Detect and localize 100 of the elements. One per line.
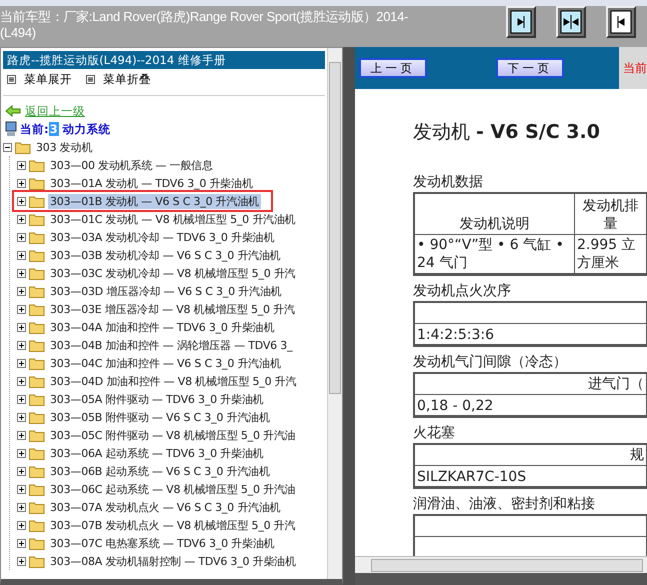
expand-icon[interactable] bbox=[17, 358, 26, 368]
expand-icon[interactable] bbox=[17, 556, 26, 566]
folder-icon bbox=[29, 176, 45, 190]
folder-icon bbox=[29, 230, 45, 244]
section-heading: 发动机点火次序 bbox=[413, 282, 512, 300]
tree-item[interactable]: 303—07B 发动机点火 — V8 机械增压型 5_0 升汽 bbox=[48, 518, 298, 532]
folder-icon bbox=[29, 464, 45, 478]
arrows-inward-icon bbox=[560, 10, 582, 34]
tree-item[interactable]: 303—00 发动机系统 — 一般信息 bbox=[48, 158, 215, 172]
tree-item[interactable]: 303—01B 发动机 — V6 S C 3_0 升汽油机 bbox=[48, 194, 261, 208]
expand-icon[interactable] bbox=[17, 466, 26, 476]
menu-action[interactable]: 菜单展开 bbox=[7, 72, 72, 87]
expand-icon[interactable] bbox=[17, 520, 26, 530]
tree-item[interactable]: 303—08A 发动机辐射控制 — TDV6 3_0 升柴油机 bbox=[48, 554, 298, 568]
expand-icon[interactable] bbox=[17, 304, 26, 314]
scrollbar[interactable] bbox=[327, 48, 342, 579]
table-cell: • 90°“V”型 • 6 气缸 • 24 气门 bbox=[415, 235, 575, 274]
expand-icon[interactable] bbox=[17, 322, 26, 332]
expand-icon[interactable] bbox=[17, 394, 26, 404]
menu-action[interactable]: 菜单折叠 bbox=[86, 72, 151, 87]
folder-icon bbox=[29, 284, 45, 298]
tree-item[interactable]: 303—03E 增压器冷却 — V8 机械增压型 5_0 升汽 bbox=[48, 302, 297, 316]
folder-icon bbox=[29, 500, 45, 514]
tree-item[interactable]: 303—05C 附件驱动 — V8 机械增压型 5_0 升汽油 bbox=[48, 428, 298, 442]
folder-icon bbox=[15, 140, 31, 154]
expand-icon[interactable] bbox=[17, 196, 26, 206]
folder-icon bbox=[29, 446, 45, 460]
expand-icon[interactable] bbox=[17, 160, 26, 170]
expand-icon[interactable] bbox=[17, 286, 26, 296]
vehicle-title: 当前车型：厂家:Land Rover(路虎)Range Rover Sport(揽胜运动版）2014-(L494) bbox=[0, 8, 410, 41]
tree-item[interactable]: 303—04A 加油和控件 — TDV6 3_0 升柴油机 bbox=[48, 320, 276, 334]
expand-icon[interactable] bbox=[17, 268, 26, 278]
expand-icon[interactable] bbox=[17, 232, 26, 242]
scrollbar[interactable] bbox=[355, 556, 647, 573]
folder-icon bbox=[29, 158, 45, 172]
current-section: 当前:3 动力系统 bbox=[20, 122, 111, 136]
folder-icon bbox=[29, 194, 45, 208]
folder-icon bbox=[29, 410, 45, 424]
menu-icon bbox=[7, 75, 16, 84]
previous-page-button[interactable]: 上一页 bbox=[359, 58, 427, 78]
column-header: 进气门（ bbox=[415, 374, 647, 395]
tree-item[interactable]: 303—04D 加油和控件 — V8 机械增压型 5_0 升汽 bbox=[48, 374, 298, 388]
layout-button[interactable] bbox=[506, 6, 536, 38]
expand-icon[interactable] bbox=[17, 214, 26, 224]
folder-icon bbox=[29, 266, 45, 280]
column-header: 发动机说明 bbox=[415, 194, 575, 235]
tree-item[interactable]: 303—04C 加油和控件 — V6 S C 3_0 升汽油机 bbox=[48, 356, 283, 370]
expand-icon[interactable] bbox=[17, 178, 26, 188]
layout-button[interactable] bbox=[556, 6, 586, 38]
tree-item[interactable]: 303—07C 电热塞系统 — TDV6 3_0 升柴油机 bbox=[48, 536, 276, 550]
tree-item[interactable]: 303—05A 附件驱动 — TDV6 3_0 升柴油机 bbox=[48, 392, 266, 406]
tree-item[interactable]: 303—07A 发动机点火 — V6 S C 3_0 升汽油机 bbox=[48, 500, 282, 514]
tree-item[interactable]: 303—03D 增压器冷却 — V6 S C 3_0 升汽油机 bbox=[48, 284, 284, 298]
back-arrow-icon bbox=[5, 105, 21, 117]
folder-icon bbox=[29, 374, 45, 388]
folder-icon bbox=[29, 536, 45, 550]
tree-item[interactable]: 303—01A 发动机 — TDV6 3_0 升柴油机 bbox=[48, 176, 255, 190]
expand-icon[interactable] bbox=[17, 502, 26, 512]
expand-icon[interactable] bbox=[17, 376, 26, 386]
folder-icon bbox=[29, 320, 45, 334]
next-page-button[interactable]: 下一页 bbox=[496, 58, 564, 78]
tree-item[interactable]: 303—06C 起动系统 — V8 机械增压型 5_0 升汽油 bbox=[48, 482, 298, 496]
expand-icon[interactable] bbox=[17, 412, 26, 422]
section-heading: 发动机气门间隙（冷态） bbox=[413, 353, 568, 371]
expand-icon[interactable] bbox=[17, 484, 26, 494]
expand-icon[interactable] bbox=[17, 340, 26, 350]
tree-item[interactable]: 303—06A 起动系统 — TDV6 3_0 升柴油机 bbox=[48, 446, 266, 460]
tree-item[interactable]: 303—03B 发动机冷却 — V6 S C 3_0 升汽油机 bbox=[48, 248, 282, 262]
arrow-right-icon bbox=[510, 10, 532, 34]
document-title: 发动机 - V6 S/C 3.0 bbox=[413, 120, 601, 145]
folder-icon bbox=[29, 428, 45, 442]
folder-icon bbox=[29, 554, 45, 568]
folder-icon bbox=[29, 248, 45, 262]
collapse-icon[interactable] bbox=[3, 142, 12, 152]
table-cell: SILZKAR7C-10S bbox=[415, 466, 647, 487]
folder-icon bbox=[29, 482, 45, 496]
column-header: 发动机排量 bbox=[575, 194, 647, 235]
computer-icon bbox=[5, 121, 17, 137]
folder-icon bbox=[29, 212, 45, 226]
expand-icon[interactable] bbox=[17, 430, 26, 440]
tree-item[interactable]: 303—01C 发动机 — V8 机械增压型 5_0 升汽油机 bbox=[48, 212, 298, 226]
layout-button[interactable] bbox=[606, 6, 636, 38]
arrow-left-icon bbox=[610, 10, 632, 34]
folder-icon bbox=[29, 338, 45, 352]
back-link[interactable]: 返回上一级 bbox=[25, 104, 85, 118]
current-page-label: 当前 bbox=[619, 47, 647, 89]
table-cell: 1:4:2:5:3:6 bbox=[415, 324, 647, 345]
expand-icon[interactable] bbox=[17, 538, 26, 548]
tree-item[interactable]: 303 发动机 bbox=[34, 140, 94, 154]
section-heading: 火花塞 bbox=[413, 424, 456, 442]
tree-item[interactable]: 303—03C 发动机冷却 — V8 机械增压型 5_0 升汽 bbox=[48, 266, 298, 280]
menu-icon bbox=[86, 75, 95, 84]
tree-item[interactable]: 303—05B 附件驱动 — V6 S C 3_0 升汽油机 bbox=[48, 410, 272, 424]
expand-icon[interactable] bbox=[17, 250, 26, 260]
tree-item[interactable]: 303—06B 起动系统 — V6 S C 3_0 升汽油机 bbox=[48, 464, 272, 478]
section-heading: 发动机数据 bbox=[413, 173, 484, 191]
folder-icon bbox=[29, 518, 45, 532]
expand-icon[interactable] bbox=[17, 448, 26, 458]
tree-item[interactable]: 303—04B 加油和控件 — 涡轮增压器 — TDV6 3_ bbox=[48, 338, 294, 352]
tree-item[interactable]: 303—03A 发动机冷却 — TDV6 3_0 升柴油机 bbox=[48, 230, 276, 244]
